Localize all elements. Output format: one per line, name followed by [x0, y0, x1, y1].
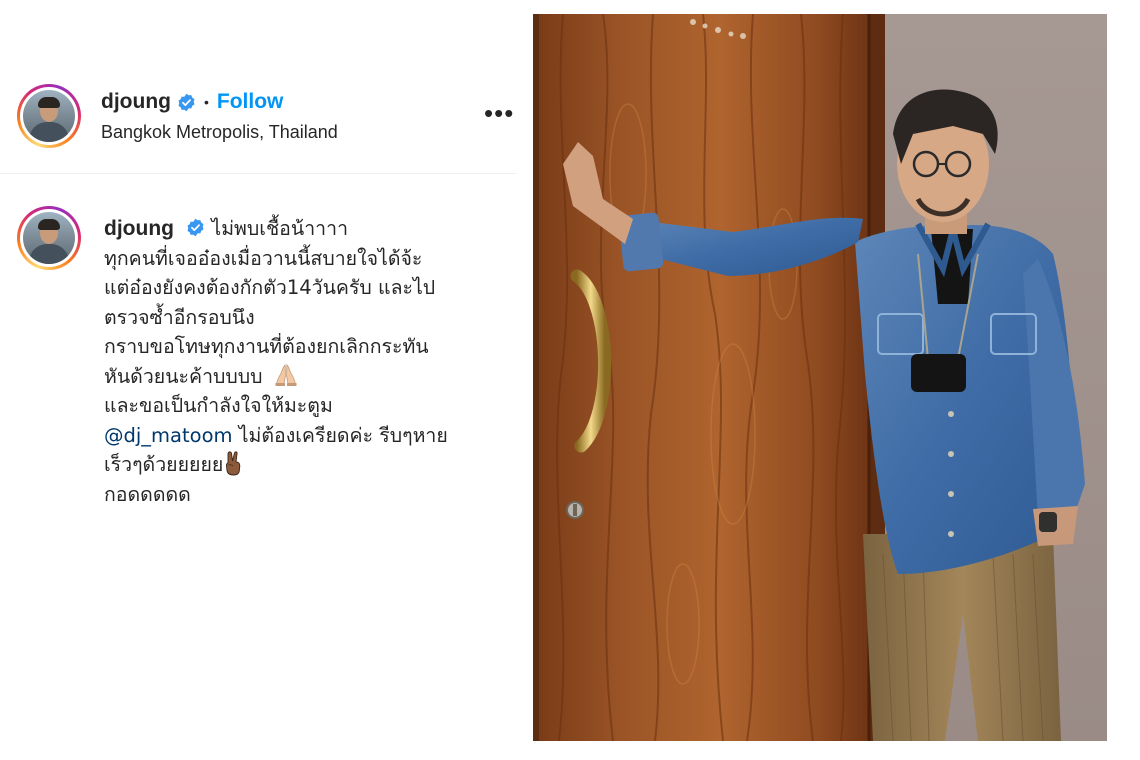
- caption-text-line: หันด้วยนะค้าบบบบ: [104, 364, 263, 388]
- caption-text-line: ทุกคนที่เจออ๋องเมื่อวานนี้สบายใจได้จ้ะ: [104, 246, 423, 270]
- caption-avatar-photo: [23, 212, 75, 264]
- separator-dot: •: [203, 94, 209, 110]
- post-side-panel: djoung • Follow Bangkok Metropolis, Thai…: [0, 0, 520, 760]
- post-caption: djoung ไม่พบเชื้อน้าาาา ทุกคนที่เจออ๋องเ…: [104, 214, 484, 509]
- caption-verified-badge-icon: [187, 218, 204, 237]
- profile-avatar[interactable]: [17, 84, 81, 148]
- more-options-icon[interactable]: •••: [484, 100, 514, 126]
- post-photo: [533, 14, 1107, 741]
- mention-link[interactable]: @dj_matoom: [104, 424, 233, 447]
- location-link[interactable]: Bangkok Metropolis, Thailand: [101, 122, 338, 143]
- caption-text-line: และขอเป็นกำลังใจให้มะตูม: [104, 394, 333, 417]
- follow-button[interactable]: Follow: [217, 90, 284, 114]
- header-divider: [0, 173, 516, 174]
- caption-text-line: ไม่พบเชื้อน้าาาา: [211, 217, 349, 240]
- victory-hand-emoji-icon: [226, 451, 241, 476]
- caption-text-line: กราบขอโทษทุกงานที่ต้องยกเลิกกระทัน: [104, 335, 429, 358]
- caption-text-line: เร็วๆด้วยยยยย: [104, 453, 224, 476]
- caption-avatar[interactable]: [17, 206, 81, 270]
- caption-text-line: ตรวจซ้ำอีกรอบนึง: [104, 305, 255, 329]
- caption-text-line: แต่อ๋องยังคงต้องกักตัว14วันครับ และไป: [104, 276, 436, 299]
- caption-username-link[interactable]: djoung: [104, 217, 174, 240]
- pray-emoji-icon: [275, 363, 297, 386]
- caption-text-line: ไม่ต้องเครียดค่ะ รีบๆหาย: [232, 423, 448, 447]
- avatar-photo: [23, 90, 75, 142]
- username-link[interactable]: djoung: [101, 90, 171, 114]
- verified-badge-icon: [178, 93, 195, 111]
- post-header: djoung • Follow: [101, 90, 283, 114]
- post-image[interactable]: [533, 14, 1107, 741]
- caption-text-line: กอดดดดด: [104, 482, 191, 506]
